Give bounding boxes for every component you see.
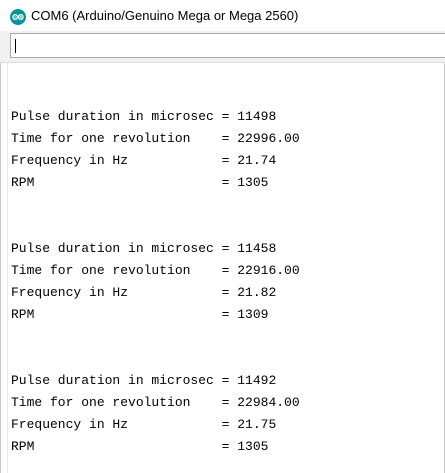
send-bar: [0, 31, 445, 63]
log-line: Pulse duration in microsec = 11492: [11, 373, 277, 388]
text-caret: [15, 39, 16, 53]
log-line: Time for one revolution = 22916.00: [11, 263, 300, 278]
log-line: Frequency in Hz = 21.82: [11, 285, 277, 300]
log-line: RPM = 1305: [11, 175, 269, 190]
send-input[interactable]: [10, 33, 445, 58]
log-line: Pulse duration in microsec = 11498: [11, 109, 277, 124]
arduino-logo-icon: [10, 9, 26, 25]
log-line: RPM = 1309: [11, 307, 269, 322]
log-line: Frequency in Hz = 21.75: [11, 417, 277, 432]
console-edge: [7, 63, 8, 473]
log-line: Frequency in Hz = 21.74: [11, 153, 277, 168]
log-line: Time for one revolution = 22984.00: [11, 395, 300, 410]
log-line: Time for one revolution = 22996.00: [11, 131, 300, 146]
title-bar: COM6 (Arduino/Genuino Mega or Mega 2560): [0, 0, 445, 31]
window-title: COM6 (Arduino/Genuino Mega or Mega 2560): [31, 8, 299, 23]
log-line: RPM = 1305: [11, 439, 269, 454]
log-line: Pulse duration in microsec = 11458: [11, 241, 277, 256]
